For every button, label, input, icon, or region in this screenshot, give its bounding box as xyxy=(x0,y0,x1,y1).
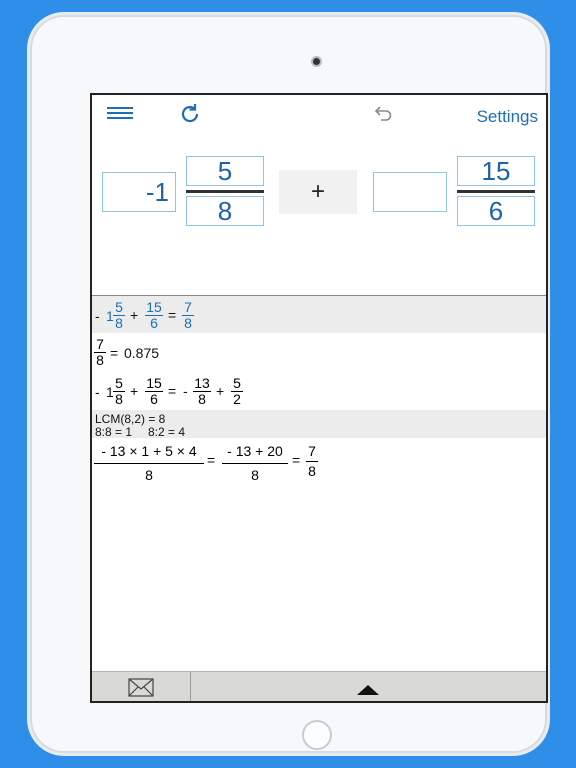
first-whole-input[interactable]: -1 xyxy=(102,172,176,212)
bar-separator xyxy=(190,672,191,701)
tablet-frame: Settings -1 5 8 + 15 6 - 1 58 + 15 6 = 7… xyxy=(30,15,548,753)
app-screen: Settings -1 5 8 + 15 6 - 1 58 + 15 6 = 7… xyxy=(90,93,548,703)
first-numerator-input[interactable]: 5 xyxy=(186,156,264,186)
fraction: 15 6 xyxy=(145,299,163,331)
fraction: 52 xyxy=(231,376,243,407)
bottom-bar xyxy=(92,671,546,701)
operator-button[interactable]: + xyxy=(279,170,357,214)
solution-steps: - 1 58 + 15 6 = 78 78 = 0.875 - 1 5 8 + … xyxy=(92,296,546,670)
fraction: - 13 + 20 8 xyxy=(222,444,288,483)
second-fraction-bar xyxy=(457,190,535,193)
home-button[interactable] xyxy=(302,720,332,750)
camera xyxy=(313,58,320,65)
undo-icon[interactable] xyxy=(372,103,394,125)
envelope-icon[interactable] xyxy=(128,678,154,697)
fraction: 13 8 xyxy=(193,375,211,407)
first-fraction-bar xyxy=(186,190,264,193)
hamburger-menu-icon[interactable] xyxy=(107,107,133,121)
second-whole-input[interactable] xyxy=(373,172,447,212)
fraction: 78 xyxy=(94,337,106,368)
fraction: 58 xyxy=(113,300,125,331)
toolbar: Settings xyxy=(92,95,546,137)
fraction-input-area: -1 5 8 + 15 6 xyxy=(92,137,546,297)
fraction: 58 xyxy=(113,376,125,407)
settings-link[interactable]: Settings xyxy=(477,107,538,127)
second-numerator-input[interactable]: 15 xyxy=(457,156,535,186)
fraction: 15 6 xyxy=(145,375,163,407)
second-denominator-input[interactable]: 6 xyxy=(457,196,535,226)
fraction: 78 xyxy=(306,444,318,479)
fraction: 78 xyxy=(182,300,194,331)
triangle-up-icon[interactable] xyxy=(357,685,379,695)
first-denominator-input[interactable]: 8 xyxy=(186,196,264,226)
refresh-icon[interactable] xyxy=(178,102,202,126)
fraction: - 13 × 1 + 5 × 48 xyxy=(94,444,204,483)
